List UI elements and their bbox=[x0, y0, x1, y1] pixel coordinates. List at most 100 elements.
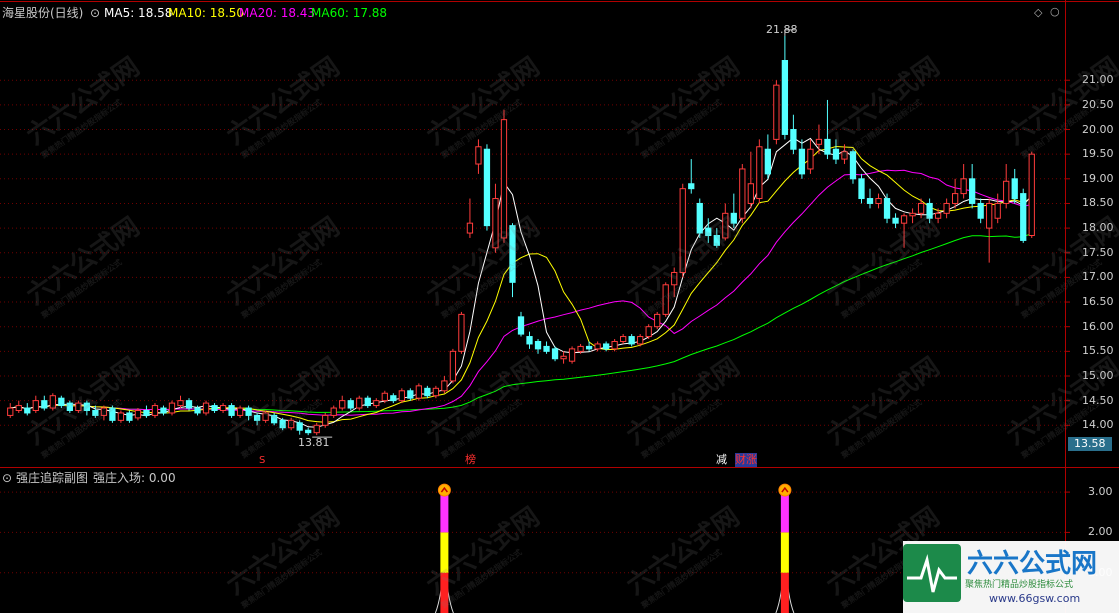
sub-y-tick-label: 3.00 bbox=[1088, 485, 1113, 499]
candle bbox=[134, 409, 142, 419]
candle bbox=[219, 405, 227, 411]
candle bbox=[117, 412, 125, 421]
signal-bar-segment bbox=[440, 572, 449, 613]
candle bbox=[602, 343, 610, 350]
candle bbox=[705, 227, 712, 236]
candle bbox=[568, 348, 576, 362]
candle bbox=[671, 271, 678, 286]
candle bbox=[211, 405, 218, 411]
candle bbox=[858, 178, 865, 200]
candle bbox=[1011, 178, 1018, 200]
candle bbox=[381, 392, 388, 402]
candle bbox=[475, 146, 482, 165]
candle bbox=[32, 400, 39, 411]
candle bbox=[1020, 193, 1027, 241]
candle bbox=[909, 212, 916, 217]
sub-collapse-icon[interactable]: ⊙ bbox=[2, 471, 12, 485]
candle bbox=[398, 390, 405, 402]
candle bbox=[926, 202, 933, 219]
candle bbox=[500, 119, 508, 239]
close-icon[interactable]: ○ bbox=[1050, 5, 1060, 19]
candle bbox=[969, 178, 976, 204]
y-tick-label: 15.00 bbox=[1082, 368, 1114, 382]
marker-caizhang[interactable]: 财涨 bbox=[735, 453, 757, 467]
site-slogan: 聚焦热门精品炒股指标公式 bbox=[965, 580, 1074, 590]
candle bbox=[364, 397, 371, 407]
candle bbox=[722, 212, 729, 239]
candle bbox=[415, 385, 422, 399]
y-tick-label: 14.50 bbox=[1082, 393, 1114, 407]
candle bbox=[509, 225, 516, 283]
site-badge: 六六公式网 聚焦热门精品炒股指标公式 www.66gsw.com bbox=[903, 541, 1119, 613]
candle bbox=[483, 148, 491, 227]
diamond-icon[interactable]: ◇ bbox=[1034, 6, 1042, 20]
sub-chart-value: 强庄入场: 0.00 bbox=[93, 471, 176, 485]
signal-bar-segment bbox=[780, 532, 789, 573]
candle bbox=[577, 345, 584, 352]
candle bbox=[832, 148, 840, 160]
candle bbox=[986, 202, 993, 229]
candle bbox=[866, 198, 874, 204]
candle bbox=[688, 183, 695, 190]
chart-canvas[interactable] bbox=[0, 0, 1119, 613]
candle bbox=[279, 419, 286, 429]
candle bbox=[75, 402, 82, 411]
candle bbox=[696, 202, 703, 234]
candle bbox=[943, 202, 950, 214]
candle bbox=[253, 414, 261, 421]
candle bbox=[551, 348, 559, 360]
candle bbox=[322, 414, 329, 426]
candle bbox=[100, 407, 108, 416]
candle bbox=[934, 212, 942, 219]
candle bbox=[271, 414, 278, 424]
candle bbox=[126, 412, 133, 421]
candle bbox=[628, 336, 635, 345]
candle bbox=[534, 340, 542, 350]
y-tick-label: 19.50 bbox=[1082, 147, 1114, 161]
candle bbox=[764, 148, 771, 175]
pulse-logo-icon bbox=[903, 544, 961, 602]
marker-s[interactable]: S bbox=[259, 454, 265, 468]
candle bbox=[492, 198, 499, 249]
candle bbox=[994, 202, 1001, 219]
marker-bang[interactable]: 榜 bbox=[465, 453, 476, 467]
candle bbox=[713, 235, 720, 246]
candle bbox=[432, 387, 440, 397]
site-url: www.66gsw.com bbox=[989, 592, 1081, 605]
y-tick-label: 17.50 bbox=[1082, 245, 1114, 259]
candle bbox=[900, 215, 908, 224]
signal-arrow-icon bbox=[778, 483, 792, 497]
ma10-label: MA10: 18.50 bbox=[168, 6, 245, 20]
candle bbox=[356, 397, 363, 409]
candle bbox=[585, 345, 593, 350]
collapse-icon[interactable]: ⊙ bbox=[90, 6, 100, 20]
y-tick-label: 15.50 bbox=[1082, 344, 1114, 358]
candle bbox=[449, 350, 457, 382]
candle bbox=[347, 400, 354, 409]
candle bbox=[645, 326, 652, 338]
y-tick-label: 19.00 bbox=[1082, 171, 1114, 185]
candle bbox=[390, 395, 397, 402]
candle bbox=[185, 400, 193, 409]
candle bbox=[236, 407, 244, 416]
candle bbox=[756, 146, 763, 200]
candle bbox=[177, 400, 184, 407]
candle bbox=[92, 409, 99, 416]
y-tick-label: 14.00 bbox=[1082, 418, 1114, 432]
ma20-label: MA20: 18.43 bbox=[239, 6, 316, 20]
candle bbox=[543, 345, 550, 352]
candle bbox=[288, 419, 295, 429]
marker-jian[interactable]: 减 bbox=[716, 453, 727, 467]
candle bbox=[194, 407, 201, 414]
candle bbox=[560, 355, 567, 360]
candle bbox=[594, 343, 601, 350]
low-price-label: 13.81 bbox=[298, 436, 330, 449]
candle bbox=[662, 284, 669, 315]
y-tick-label: 16.00 bbox=[1082, 319, 1114, 333]
candle bbox=[526, 336, 533, 345]
candle bbox=[841, 151, 848, 160]
candle bbox=[654, 313, 661, 328]
candle bbox=[151, 405, 159, 416]
candle bbox=[747, 183, 754, 204]
candle bbox=[892, 217, 899, 224]
